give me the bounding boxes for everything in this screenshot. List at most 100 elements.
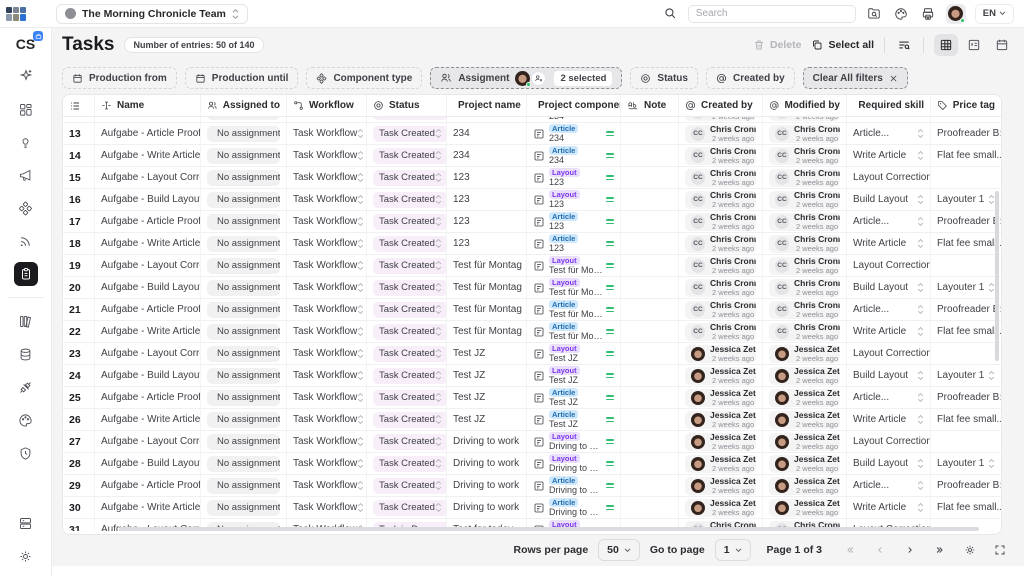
workflow-cell[interactable]: Task Workflow	[287, 123, 367, 144]
project-name-cell[interactable]: Driving to work	[447, 475, 527, 496]
workflow-cell[interactable]: Task Workflow	[287, 365, 367, 386]
project-name-cell[interactable]: 234	[447, 145, 527, 166]
print-icon[interactable]	[919, 5, 937, 23]
lightbulb-icon[interactable]	[14, 130, 38, 154]
filter-production-from[interactable]: Production from	[62, 67, 177, 89]
workflow-cell[interactable]: Task Workflow	[287, 409, 367, 430]
note-cell[interactable]	[621, 299, 679, 320]
note-cell[interactable]	[621, 123, 679, 144]
task-name-cell[interactable]: Aufgabe - Layout Correc...	[95, 431, 201, 452]
status-badge[interactable]: Task Created	[373, 500, 447, 516]
required-skill-cell[interactable]: Build Layout	[847, 189, 931, 210]
price-tag-cell[interactable]	[931, 431, 1001, 452]
table-row[interactable]: 14 Aufgabe - Write Article No assignment…	[63, 145, 1001, 167]
filter-component-type[interactable]: Component type	[306, 67, 422, 89]
project-component-cell[interactable]: Layout Driving to work	[527, 453, 621, 474]
filter-assignment[interactable]: Assigment 2 selected	[430, 67, 622, 89]
note-cell[interactable]	[621, 277, 679, 298]
go-to-page-select[interactable]: 1	[715, 539, 751, 561]
project-component-cell[interactable]: Layout 123	[527, 189, 621, 210]
project-component-cell[interactable]: Layout Driving to work	[527, 431, 621, 452]
workflow-cell[interactable]: Task Workflow	[287, 321, 367, 342]
price-tag-cell[interactable]: Flat fee small...	[931, 321, 1001, 342]
table-row[interactable]: 26 Aufgabe - Write Article No assignment…	[63, 409, 1001, 431]
admin-settings-icon[interactable]	[14, 544, 38, 568]
required-skill-cell[interactable]: Article...	[847, 123, 931, 144]
status-badge[interactable]: Task Created	[373, 324, 447, 340]
workflow-cell[interactable]: Task Workflow	[287, 497, 367, 518]
note-cell[interactable]	[621, 409, 679, 430]
required-skill-cell[interactable]: Write Article	[847, 233, 931, 254]
price-tag-cell[interactable]: Flat fee small...	[931, 233, 1001, 254]
table-row[interactable]: 25 Aufgabe - Article Proofr... No assign…	[63, 387, 1001, 409]
status-cell[interactable]: Task Created	[367, 117, 447, 122]
column-header-status[interactable]: Status	[367, 95, 447, 116]
user-avatar[interactable]	[946, 4, 966, 24]
required-skill-cell[interactable]: Article...	[847, 387, 931, 408]
note-cell[interactable]	[621, 431, 679, 452]
table-row[interactable]: 17 Aufgabe - Article Proofr... No assign…	[63, 211, 1001, 233]
project-component-cell[interactable]: Article 234	[527, 123, 621, 144]
assigned-to-cell[interactable]: No assignments	[201, 343, 287, 364]
clear-all-filters-button[interactable]: Clear All filters	[803, 67, 908, 89]
note-cell[interactable]	[621, 321, 679, 342]
workflow-cell[interactable]: Task Workflow	[287, 189, 367, 210]
note-cell[interactable]	[621, 453, 679, 474]
status-cell[interactable]: Task Created	[367, 431, 447, 452]
note-cell[interactable]	[621, 233, 679, 254]
integrations-plug-icon[interactable]	[14, 375, 38, 399]
price-tag-cell[interactable]	[931, 343, 1001, 364]
status-badge[interactable]: Task Created	[373, 236, 447, 252]
project-component-cell[interactable]: Layout 234	[527, 117, 621, 122]
assigned-to-cell[interactable]: No assignments	[201, 409, 287, 430]
project-component-cell[interactable]: Layout Test JZ	[527, 365, 621, 386]
table-row[interactable]: 15 Aufgabe - Layout Correc... No assignm…	[63, 167, 1001, 189]
workflow-cell[interactable]: Task Workflow	[287, 233, 367, 254]
column-header-assigned-to[interactable]: Assigned to	[201, 95, 287, 116]
language-selector[interactable]: EN	[975, 4, 1014, 24]
table-row[interactable]: 20 Aufgabe - Build Layout No assignments…	[63, 277, 1001, 299]
fullscreen-icon[interactable]	[992, 542, 1008, 558]
table-row[interactable]: 13 Aufgabe - Article Proofr... No assign…	[63, 123, 1001, 145]
table-row[interactable]: 30 Aufgabe - Write Article No assignment…	[63, 497, 1001, 519]
project-name-cell[interactable]: Test JZ	[447, 409, 527, 430]
assigned-to-cell[interactable]: No assignments	[201, 387, 287, 408]
status-badge[interactable]: Task Created	[373, 390, 447, 406]
tasks-clipboard-icon[interactable]	[14, 262, 38, 286]
status-cell[interactable]: Task Created	[367, 123, 447, 144]
column-header-note[interactable]: Note	[621, 95, 679, 116]
project-component-cell[interactable]: Article Driving to work	[527, 475, 621, 496]
column-header-required-skill[interactable]: Required skill	[847, 95, 931, 116]
price-tag-cell[interactable]: Layouter 1	[931, 117, 1001, 122]
project-name-cell[interactable]: Test JZ	[447, 387, 527, 408]
required-skill-cell[interactable]: Write Article	[847, 321, 931, 342]
table-row[interactable]: 28 Aufgabe - Build Layout No assignments…	[63, 453, 1001, 475]
select-all-button[interactable]: Select all	[811, 39, 874, 51]
status-badge[interactable]: Task Created	[373, 117, 447, 120]
price-tag-cell[interactable]	[931, 167, 1001, 188]
project-name-cell[interactable]: 123	[447, 211, 527, 232]
database-icon[interactable]	[14, 342, 38, 366]
project-component-cell[interactable]: Layout Test JZ	[527, 343, 621, 364]
project-component-cell[interactable]: Article Test JZ	[527, 387, 621, 408]
assigned-to-cell[interactable]: No assignments	[201, 145, 287, 166]
filter-list-icon[interactable]	[895, 36, 913, 54]
app-logo[interactable]	[6, 7, 26, 21]
project-component-cell[interactable]: Article Driving to work	[527, 497, 621, 518]
price-tag-cell[interactable]: Proofreader B	[931, 123, 1001, 144]
status-badge[interactable]: Task Created	[373, 302, 447, 318]
price-tag-cell[interactable]: Flat fee small...	[931, 497, 1001, 518]
workflow-cell[interactable]: Task Workflow	[287, 117, 367, 122]
table-row[interactable]: 16 Aufgabe - Build Layout No assignments…	[63, 189, 1001, 211]
status-badge[interactable]: Task Created	[373, 346, 447, 362]
table-row[interactable]: 24 Aufgabe - Build Layout No assignments…	[63, 365, 1001, 387]
workflow-cell[interactable]: Task Workflow	[287, 167, 367, 188]
column-header-created-by[interactable]: Created by	[679, 95, 763, 116]
calendar-view-button[interactable]	[990, 34, 1014, 56]
status-badge[interactable]: Task Created	[373, 412, 447, 428]
project-name-cell[interactable]: Driving to work	[447, 453, 527, 474]
status-cell[interactable]: Task Created	[367, 343, 447, 364]
column-header-workflow[interactable]: Workflow	[287, 95, 367, 116]
project-component-cell[interactable]: Article Test JZ	[527, 409, 621, 430]
workflow-cell[interactable]: Task Workflow	[287, 299, 367, 320]
